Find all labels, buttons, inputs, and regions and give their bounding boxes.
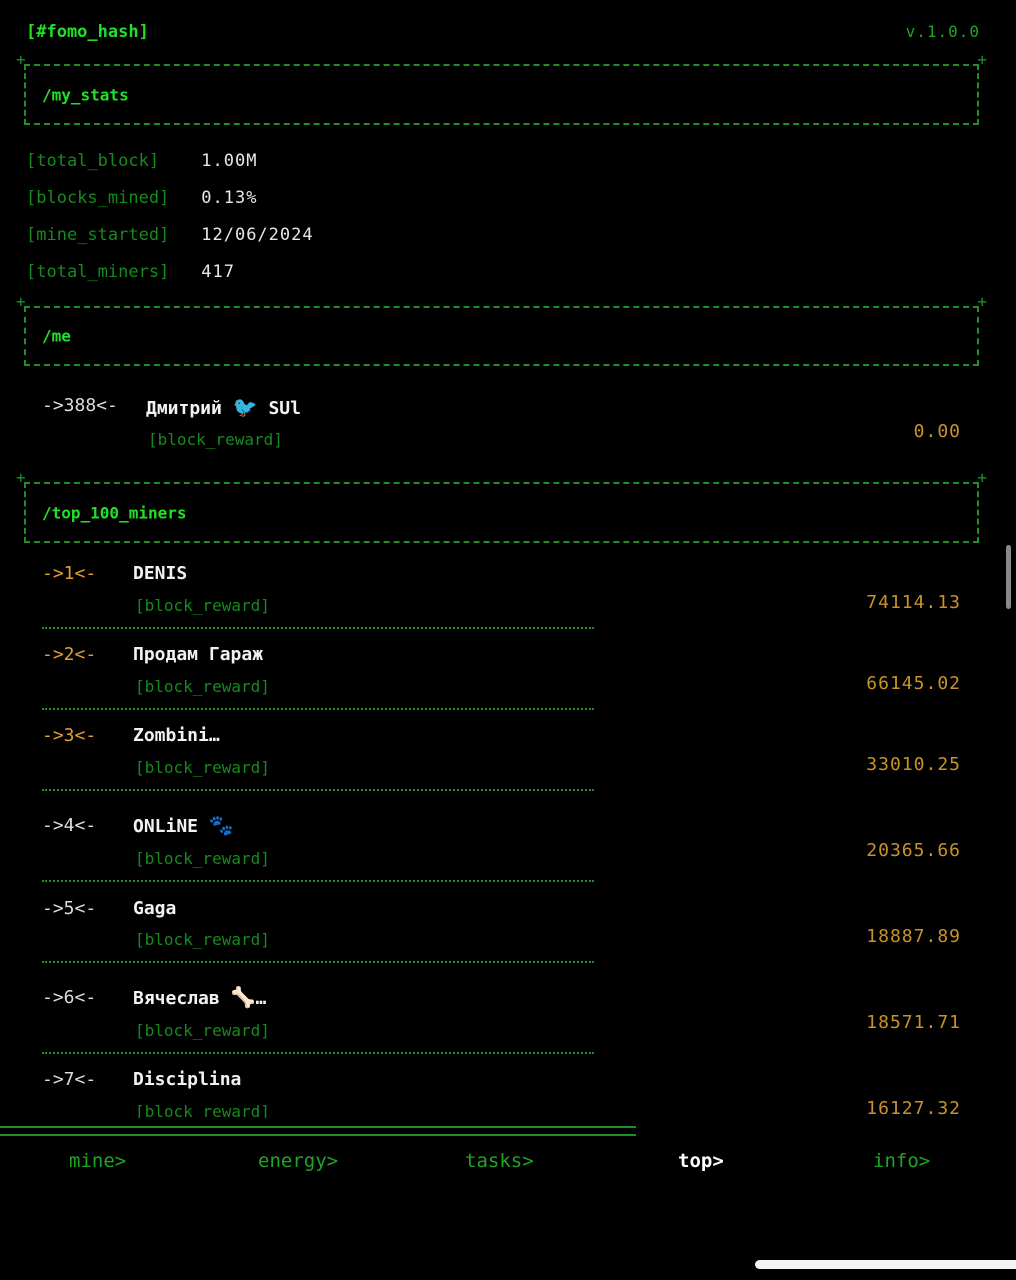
miner-name: Вячеслав 🦴… [133, 985, 266, 1009]
me-name-suffix: SUl [268, 398, 301, 419]
me-section-header: /me [16, 294, 987, 366]
nav-top[interactable]: top> [678, 1150, 724, 1172]
stat-value: 417 [201, 262, 235, 282]
stat-label: [blocks_mined] [26, 188, 170, 208]
me-title: /me [42, 326, 71, 346]
miner-rank: ->2<- [42, 644, 97, 665]
miner-name: Zombini… [133, 725, 220, 746]
nav-divider [0, 1126, 636, 1136]
miner-name: ONLiNE 🐾 [133, 813, 234, 837]
miner-rank: ->3<- [42, 725, 97, 746]
bone-emoji-icon: 🦴 [230, 985, 256, 1009]
nav-energy[interactable]: energy> [258, 1150, 338, 1172]
nav-info[interactable]: info> [873, 1150, 930, 1172]
paw-prints-emoji-icon: 🐾 [208, 813, 234, 837]
miner-reward-value: 18571.71 [866, 1012, 961, 1033]
miner-rank: ->4<- [42, 815, 97, 836]
row-divider [42, 1052, 594, 1054]
bird-emoji-icon: 🐦 [232, 395, 258, 419]
app-tag: [#fomo_hash] [26, 22, 149, 42]
nav-tasks[interactable]: tasks> [465, 1150, 534, 1172]
app-screen: [#fomo_hash] v.1.0.0 /my_stats [total_bl… [0, 0, 1016, 1280]
miner-rank: ->6<- [42, 987, 97, 1008]
miner-reward-label: [block_reward] [135, 596, 270, 615]
miner-reward-value: 33010.25 [866, 754, 961, 775]
miner-name-text: Вячеслав [133, 988, 220, 1009]
miner-reward-label: [block_reward] [135, 849, 270, 868]
nav-mine[interactable]: mine> [69, 1150, 126, 1172]
stat-label: [total_miners] [26, 262, 170, 282]
miner-name-suffix: … [255, 988, 267, 1009]
miner-name-text: ONLiNE [133, 816, 199, 837]
stat-label: [total_block] [26, 151, 160, 171]
miner-rank: ->7<- [42, 1069, 97, 1090]
miner-reward-label: [block_reward] [135, 1102, 270, 1118]
stat-row-mine-started: [mine_started] 12/06/2024 [26, 225, 314, 245]
top-miners-section-header: /top_100_miners [16, 470, 987, 543]
stat-value: 1.00M [201, 151, 258, 171]
miner-reward-value: 16127.32 [866, 1098, 961, 1118]
top-miners-title: /top_100_miners [42, 503, 187, 522]
miner-name: Продам Гараж [133, 644, 264, 665]
miner-reward-label: [block_reward] [135, 1021, 270, 1040]
scrollbar-thumb[interactable] [1006, 545, 1011, 609]
row-divider [42, 880, 594, 882]
miner-reward-value: 20365.66 [866, 840, 961, 861]
stat-row-blocks-mined: [blocks_mined] 0.13% [26, 188, 257, 208]
my-stats-title: /my_stats [42, 85, 129, 104]
miner-name: Disciplina [133, 1069, 242, 1090]
stat-value: 12/06/2024 [201, 225, 314, 245]
row-divider [42, 789, 594, 791]
miner-reward-label: [block_reward] [135, 930, 270, 949]
miner-rank: ->1<- [42, 563, 97, 584]
miner-reward-value: 74114.13 [866, 592, 961, 613]
me-reward-label: [block_reward] [148, 430, 283, 449]
miner-name: Gaga [133, 898, 177, 919]
top-miners-list[interactable]: ->1<- DENIS [block_reward] 74114.13 ->2<… [0, 552, 1016, 1118]
me-rank: ->388<- [42, 395, 118, 416]
me-reward-value: 0.00 [913, 421, 961, 442]
version-label: v.1.0.0 [905, 22, 980, 41]
miner-reward-value: 66145.02 [866, 673, 961, 694]
me-name-text: Дмитрий [146, 398, 222, 419]
stat-value: 0.13% [201, 188, 258, 208]
row-divider [42, 708, 594, 710]
row-divider [42, 627, 594, 629]
miner-name: DENIS [133, 563, 188, 584]
miner-reward-value: 18887.89 [866, 926, 961, 947]
me-name: Дмитрий 🐦 SUl [146, 395, 301, 419]
home-indicator[interactable] [755, 1260, 1016, 1269]
miner-reward-label: [block_reward] [135, 758, 270, 777]
stat-row-total-block: [total_block] 1.00M [26, 151, 257, 171]
stat-label: [mine_started] [26, 225, 170, 245]
row-divider [42, 961, 594, 963]
my-stats-section-header: /my_stats [16, 52, 987, 125]
miner-rank: ->5<- [42, 898, 97, 919]
stat-row-total-miners: [total_miners] 417 [26, 262, 235, 282]
miner-reward-label: [block_reward] [135, 677, 270, 696]
